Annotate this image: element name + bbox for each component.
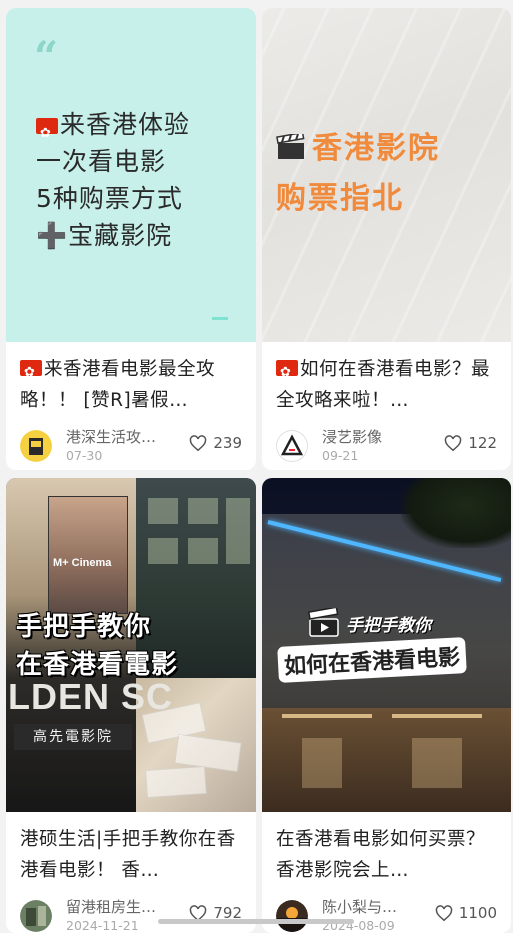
author-name[interactable]: 浸艺影像 (322, 426, 382, 447)
note-meta: 陈小梨与… 2024-08-09 1100 (276, 896, 497, 933)
quote-icon: “ (34, 32, 59, 81)
note-card-1[interactable]: “ 来香港体验 一次看电影 5种购票方式 ➕宝藏影院 来香港看电影最全攻略！！ … (6, 8, 256, 470)
avatar[interactable] (20, 430, 52, 462)
note-info: 港硕生活|手把手教你在香港看电影！ 香… 留港租房生… 2024-11-21 7… (6, 824, 256, 933)
hk-flag-icon (36, 115, 58, 152)
cover-text: 香港影院 购票指北 (276, 131, 440, 216)
note-info: 如何在香港看电影？最全攻略来啦！… 浸艺影像 09-21 122 (262, 354, 511, 470)
cover-text: 手把手教你 在香港看電影 (16, 612, 179, 680)
hk-flag-icon (20, 357, 42, 388)
post-date: 07-30 (66, 448, 103, 463)
note-card-2[interactable]: 香港影院 购票指北 如何在香港看电影？最全攻略来啦！… 浸艺影像 09-21 1… (262, 8, 511, 470)
note-title[interactable]: 来香港看电影最全攻略！！ [赞R]暑假… (20, 354, 242, 416)
note-title[interactable]: 在香港看电影如何买票？ 香港影院会上… (276, 824, 497, 886)
note-meta: 港深生活攻… 07-30 239 (20, 426, 242, 470)
cover-text: 来香港体验 一次看电影 5种购票方式 ➕宝藏影院 (36, 106, 190, 254)
post-date: 09-21 (322, 448, 359, 463)
note-card-4[interactable]: 手把手教你 如何在香港看电影 在香港看电影如何买票？ 香港影院会上… 陈小梨与…… (262, 478, 511, 933)
note-info: 在香港看电影如何买票？ 香港影院会上… 陈小梨与… 2024-08-09 110… (262, 824, 511, 933)
author-name[interactable]: 港深生活攻… (66, 426, 156, 447)
note-meta: 留港租房生… 2024-11-21 792 (20, 896, 242, 933)
home-indicator[interactable] (158, 919, 354, 924)
note-meta: 浸艺影像 09-21 122 (276, 426, 497, 470)
note-title[interactable]: 如何在香港看电影？最全攻略来啦！… (276, 354, 497, 416)
heart-outline-icon (435, 904, 453, 921)
avatar[interactable] (276, 900, 308, 932)
like-count: 239 (213, 434, 242, 452)
like-count: 1100 (458, 904, 497, 922)
note-card-3[interactable]: M+ Cinema LDEN SC 高先電影院 手把手教你 在香港看電影 港硕生… (6, 478, 256, 933)
like-button[interactable]: 122 (444, 434, 497, 452)
heart-outline-icon (190, 434, 207, 451)
decorative-dash (212, 317, 228, 320)
note-title[interactable]: 港硕生活|手把手教你在香港看电影！ 香… (20, 824, 242, 886)
note-cover-image: 手把手教你 如何在香港看电影 (262, 478, 511, 812)
clapperboard-icon (308, 608, 339, 637)
note-info: 来香港看电影最全攻略！！ [赞R]暑假… 港深生活攻… 07-30 239 (6, 354, 256, 470)
like-count: 122 (468, 434, 497, 452)
like-button[interactable]: 1100 (435, 904, 497, 922)
like-button[interactable]: 239 (189, 434, 242, 452)
cover-text: 手把手教你 如何在香港看电影 (277, 608, 482, 683)
cinema-sign-chinese: 高先電影院 (14, 724, 132, 750)
movie-poster: M+ Cinema (48, 496, 128, 614)
note-cover-image: M+ Cinema LDEN SC 高先電影院 手把手教你 在香港看電影 (6, 478, 256, 812)
avatar[interactable] (20, 900, 52, 932)
note-cover-image: “ 来香港体验 一次看电影 5种购票方式 ➕宝藏影院 (6, 8, 256, 342)
hk-flag-icon (276, 357, 298, 388)
feed-grid: “ 来香港体验 一次看电影 5种购票方式 ➕宝藏影院 来香港看电影最全攻略！！ … (0, 0, 513, 933)
note-cover-image: 香港影院 购票指北 (262, 8, 511, 342)
author-name[interactable]: 留港租房生… (66, 896, 156, 917)
heart-outline-icon (445, 434, 462, 451)
avatar[interactable] (276, 430, 308, 462)
post-date: 2024-11-21 (66, 918, 139, 933)
author-name[interactable]: 陈小梨与… (322, 896, 397, 917)
clapperboard-icon (276, 134, 305, 159)
